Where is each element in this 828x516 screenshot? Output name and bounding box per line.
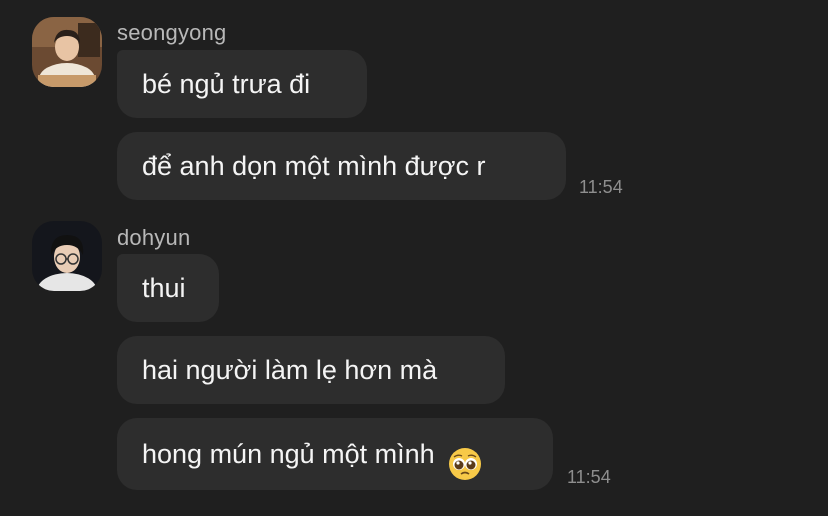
sender-name: dohyun [117,225,191,250]
pleading-face-emoji-icon [448,436,482,480]
message-bubble[interactable]: để anh dọn một mình được r [117,132,566,200]
avatar-seongyong[interactable] [32,17,102,87]
sender-name: seongyong [117,20,227,45]
message-timestamp: 11:54 [579,177,623,197]
user-avatar-dohyun-icon [32,221,102,291]
avatar-dohyun[interactable] [32,221,102,291]
message-timestamp: 11:54 [567,467,611,487]
user-avatar-seongyong-icon [32,17,102,87]
message-bubble[interactable]: bé ngủ trưa đi [117,50,367,118]
message-bubble[interactable]: hai người làm lẹ hơn mà [117,336,505,404]
message-bubble[interactable]: thui [117,254,219,322]
message-text: hong mún ngủ một mình [142,439,435,469]
message-bubble[interactable]: hong mún ngủ một mình [117,418,553,490]
